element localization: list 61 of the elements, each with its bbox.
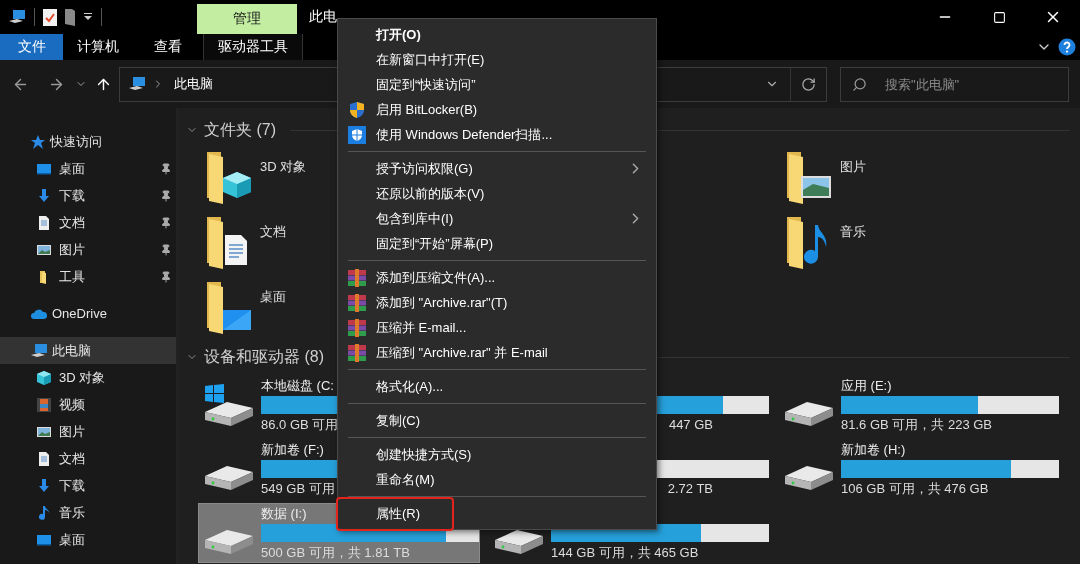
- sidebar-item[interactable]: OneDrive: [0, 300, 176, 327]
- drive-name: 新加卷 (F:): [261, 441, 324, 458]
- sidebar-item[interactable]: 桌面: [0, 155, 176, 182]
- file-menu-button[interactable]: 文件: [0, 34, 63, 60]
- drive-tile[interactable]: 应用 (E:) 81.6 GB 可用，共 223 GB: [778, 375, 1060, 435]
- folder-label[interactable]: 文档: [260, 215, 286, 241]
- sidebar-item[interactable]: 文档: [0, 209, 176, 236]
- menu-item[interactable]: 固定到“开始”屏幕(P): [338, 231, 656, 256]
- sidebar-item[interactable]: 桌面: [0, 526, 176, 553]
- folder-label[interactable]: 3D 对象: [260, 150, 307, 176]
- menu-item[interactable]: 授予访问权限(G): [338, 156, 656, 181]
- drive-space-text: 549 GB 可用: [261, 480, 335, 497]
- section-title: 设备和驱动器 (8): [204, 346, 324, 367]
- menu-item[interactable]: 添加到压缩文件(A)...: [338, 265, 656, 290]
- menu-item[interactable]: 创建快捷方式(S): [338, 442, 656, 467]
- drive-space-text: 106 GB 可用，共 476 GB: [841, 480, 989, 497]
- sidebar-item[interactable]: 下载: [0, 182, 176, 209]
- drive-space-text: 500 GB 可用，共 1.81 TB: [261, 544, 410, 561]
- breadcrumb-item[interactable]: 此电脑: [174, 75, 213, 93]
- sidebar-item[interactable]: 快速访问: [0, 128, 176, 155]
- menu-item[interactable]: 压缩并 E-mail...: [338, 315, 656, 340]
- ribbon-tab[interactable]: 查看: [133, 34, 203, 60]
- menu-item[interactable]: 添加到 "Archive.rar"(T): [338, 290, 656, 315]
- search-field[interactable]: 搜索"此电脑": [840, 66, 1069, 102]
- menu-item[interactable]: 压缩到 "Archive.rar" 并 E-mail: [338, 340, 656, 365]
- drive-space-text: 81.6 GB 可用，共 223 GB: [841, 416, 992, 433]
- ribbon-tab[interactable]: 管理: [197, 4, 297, 34]
- menu-item[interactable]: 启用 BitLocker(B): [338, 97, 656, 122]
- section-title: 文件夹 (7): [204, 119, 276, 140]
- folder-label[interactable]: 音乐: [840, 215, 866, 241]
- drive-name: 数据 (I:): [261, 505, 307, 522]
- window-title: 此电: [308, 7, 337, 26]
- drive-name: 新加卷 (H:): [841, 441, 906, 458]
- menu-item[interactable]: 使用 Windows Defender扫描...: [338, 122, 656, 147]
- folder-label[interactable]: 桌面: [260, 280, 286, 306]
- menu-item[interactable]: 还原以前的版本(V): [338, 181, 656, 206]
- sidebar-item[interactable]: 下载: [0, 472, 176, 499]
- folder-label[interactable]: 图片: [840, 150, 866, 176]
- menu-item[interactable]: 包含到库中(I): [338, 206, 656, 231]
- sidebar-item[interactable]: 音乐: [0, 499, 176, 526]
- menu-item[interactable]: 在新窗口中打开(E): [338, 47, 656, 72]
- sidebar-item[interactable]: 图片: [0, 236, 176, 263]
- menu-item[interactable]: 固定到“快速访问”: [338, 72, 656, 97]
- sidebar-item[interactable]: 图片: [0, 418, 176, 445]
- sidebar-item[interactable]: 3D 对象: [0, 364, 176, 391]
- drive-name: 应用 (E:): [841, 377, 892, 394]
- sidebar-item[interactable]: 文档: [0, 445, 176, 472]
- drive-space-text: 447 GB: [668, 416, 713, 433]
- menu-item[interactable]: 格式化(A)...: [338, 374, 656, 399]
- menu-item[interactable]: 重命名(M): [338, 467, 656, 492]
- sidebar-item[interactable]: 此电脑: [0, 337, 176, 364]
- sidebar-item[interactable]: 工具: [0, 263, 176, 290]
- menu-item[interactable]: 复制(C): [338, 408, 656, 433]
- menu-item[interactable]: 打开(O): [338, 22, 656, 47]
- drive-space-text: 86.0 GB 可用: [261, 416, 339, 433]
- drive-space-text: 144 GB 可用，共 465 GB: [551, 544, 699, 561]
- sidebar-item[interactable]: 视频: [0, 391, 176, 418]
- drive-name: 本地磁盘 (C:: [261, 377, 334, 394]
- ribbon-tab[interactable]: 计算机: [63, 34, 133, 60]
- drive-tile[interactable]: 新加卷 (H:) 106 GB 可用，共 476 GB: [778, 439, 1060, 499]
- drive-space-text: 2.72 TB: [667, 480, 713, 497]
